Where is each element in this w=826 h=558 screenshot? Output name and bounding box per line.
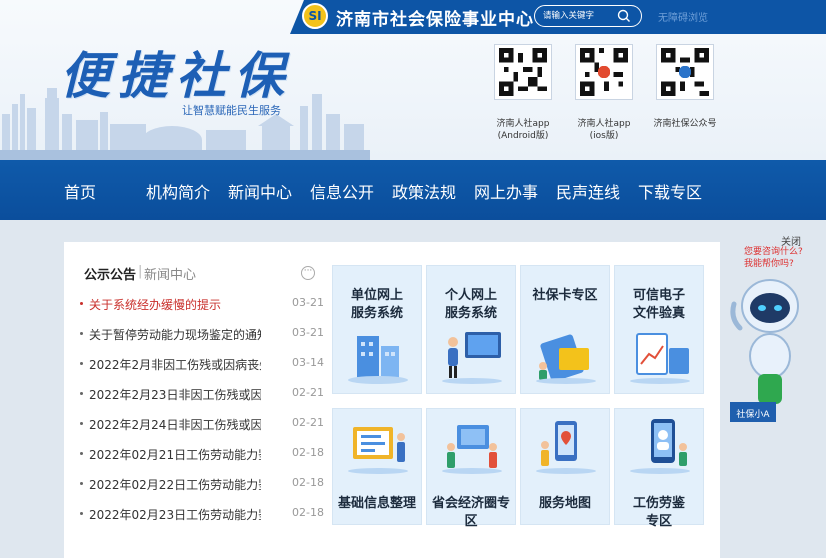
search-box — [534, 5, 642, 27]
bullet-icon — [80, 482, 83, 485]
bullet-icon — [80, 392, 83, 395]
person-computer-icon — [442, 332, 502, 384]
qr-wechat-account[interactable]: 济南社保公众号 — [645, 44, 725, 130]
list-item[interactable]: 关于暂停劳动能力现场鉴定的通知 03-21 — [80, 326, 324, 346]
social-security-logo: SI — [302, 3, 328, 29]
content-panel: 公示公告 | 新闻中心 ··· 关于系统经办缓慢的提示 03-21 关于暂停劳动能… — [64, 242, 720, 558]
assistant-prompt: 您要咨询什么? 我能帮你吗? — [744, 247, 803, 269]
nav-public-voice[interactable]: 民声连线 — [556, 179, 620, 203]
robot-mascot-icon — [730, 279, 799, 422]
search-input[interactable] — [543, 8, 619, 24]
list-item[interactable]: 2022年02月22日工伤劳动能力鉴定... 02-18 — [80, 476, 324, 496]
service-unit-online[interactable]: 单位网上 服务系统 — [332, 265, 422, 394]
tab-separator: | — [138, 264, 143, 279]
list-item[interactable]: 2022年2月24日非因工伤残或因病丧... 02-21 — [80, 416, 324, 436]
tile-label: 个人网上 服务系统 — [444, 288, 497, 321]
service-economic-circle[interactable]: 省会经济圈专区 — [426, 408, 516, 529]
qr-code-image — [656, 44, 714, 100]
bullet-icon — [80, 512, 83, 515]
notice-title[interactable]: 2022年2月23日非因工伤残或因病丧... — [89, 386, 261, 403]
bullet-icon — [80, 332, 83, 335]
notice-date: 03-21 — [292, 326, 324, 339]
bullet-icon — [80, 302, 83, 305]
nav-download[interactable]: 下载专区 — [638, 179, 702, 203]
notice-title[interactable]: 2022年2月非因工伤残或因病丧失劳动... — [89, 356, 261, 373]
notice-date: 02-18 — [292, 446, 324, 459]
service-injury-assessment[interactable]: 工伤劳鉴 专区 — [614, 408, 704, 529]
service-personal-online[interactable]: 个人网上 服务系统 — [426, 265, 516, 394]
qr-code-image — [494, 44, 552, 100]
bullet-icon — [80, 422, 83, 425]
slogan-title: 便捷社保 — [60, 46, 292, 105]
service-basic-info[interactable]: 基础信息整理 — [332, 408, 422, 525]
tile-label: 省会经济圈专区 — [431, 496, 510, 529]
office-building-icon — [348, 336, 408, 384]
qr-label: 济南社保公众号 — [653, 119, 717, 129]
slogan-subtitle: 让智慧赋能民生服务 — [182, 104, 281, 117]
qr-code-image — [575, 44, 633, 100]
search-icon[interactable] — [617, 9, 631, 23]
list-item[interactable]: 2022年02月23日工伤劳动能力鉴定... 02-18 — [80, 506, 324, 526]
site-header: SI 济南市社会保险事业中心 无障碍浏览 便捷社保 让智慧赋能民生服务 济南人社… — [0, 0, 826, 160]
accessibility-link[interactable]: 无障碍浏览 — [658, 9, 708, 24]
tile-label: 服务地图 — [538, 496, 591, 511]
notice-title[interactable]: 关于系统经办缓慢的提示 — [89, 296, 261, 313]
people-meeting-icon — [442, 425, 502, 474]
qr-ios-app[interactable]: 济南人社app (ios版) — [564, 44, 644, 142]
service-social-card[interactable]: 社保卡专区 — [520, 265, 610, 394]
nav-home[interactable]: 首页 — [64, 179, 96, 203]
bullet-icon — [80, 452, 83, 455]
qr-label: 济南人社app (ios版) — [577, 119, 631, 141]
list-item[interactable]: 2022年02月21日工伤劳动能力鉴定... 02-18 — [80, 446, 324, 466]
info-board-icon — [348, 427, 408, 474]
qr-label: 济南人社app (Android版) — [496, 119, 550, 141]
notice-title[interactable]: 2022年02月23日工伤劳动能力鉴定... — [89, 506, 261, 523]
service-file-verify[interactable]: 可信电子 文件验真 — [614, 265, 704, 394]
notice-title[interactable]: 关于暂停劳动能力现场鉴定的通知 — [89, 326, 261, 343]
tile-label: 工伤劳鉴 专区 — [632, 496, 685, 529]
main-nav: 首页 机构简介 新闻中心 信息公开 政策法规 网上办事 民声连线 下载专区 — [0, 160, 826, 220]
chat-assistant-widget[interactable]: 关闭 您要咨询什么? 我能帮你吗? 社保小A — [730, 230, 826, 430]
qr-android-app[interactable]: 济南人社app (Android版) — [483, 44, 563, 142]
list-item[interactable]: 2022年2月非因工伤残或因病丧失劳动... 03-14 — [80, 356, 324, 376]
notice-date: 02-18 — [292, 506, 324, 519]
tile-label: 单位网上 服务系统 — [350, 288, 403, 321]
tab-news-center[interactable]: 新闻中心 — [144, 264, 196, 283]
site-title: 济南市社会保险事业中心 — [336, 10, 534, 30]
bullet-icon — [80, 362, 83, 365]
tile-label: 社保卡专区 — [532, 288, 598, 303]
service-map[interactable]: 服务地图 — [520, 408, 610, 525]
assistant-name: 社保小A — [736, 410, 770, 420]
list-item[interactable]: 关于系统经办缓慢的提示 03-21 — [80, 296, 324, 316]
notice-date: 03-14 — [292, 356, 324, 369]
nav-info-public[interactable]: 信息公开 — [310, 179, 374, 203]
nav-policy[interactable]: 政策法规 — [392, 179, 456, 203]
nav-about[interactable]: 机构简介 — [146, 179, 210, 203]
tile-label: 基础信息整理 — [337, 496, 416, 511]
notice-date: 02-21 — [292, 416, 324, 429]
nav-news[interactable]: 新闻中心 — [228, 179, 292, 203]
nav-online-service[interactable]: 网上办事 — [474, 179, 538, 203]
notice-title[interactable]: 2022年2月24日非因工伤残或因病丧... — [89, 416, 261, 433]
more-icon[interactable]: ··· — [301, 266, 315, 280]
notice-title[interactable]: 2022年02月21日工伤劳动能力鉴定... — [89, 446, 261, 463]
document-chart-icon — [630, 333, 690, 384]
list-item[interactable]: 2022年2月23日非因工伤残或因病丧... 02-21 — [80, 386, 324, 406]
card-icon — [536, 334, 596, 384]
tile-label: 可信电子 文件验真 — [632, 288, 685, 321]
map-phone-icon — [536, 421, 596, 474]
notice-date: 02-18 — [292, 476, 324, 489]
tab-announcements[interactable]: 公示公告 — [84, 264, 136, 283]
notice-date: 03-21 — [292, 296, 324, 309]
notice-title[interactable]: 2022年02月22日工伤劳动能力鉴定... — [89, 476, 261, 493]
phone-user-icon — [630, 419, 690, 474]
notice-date: 02-21 — [292, 386, 324, 399]
